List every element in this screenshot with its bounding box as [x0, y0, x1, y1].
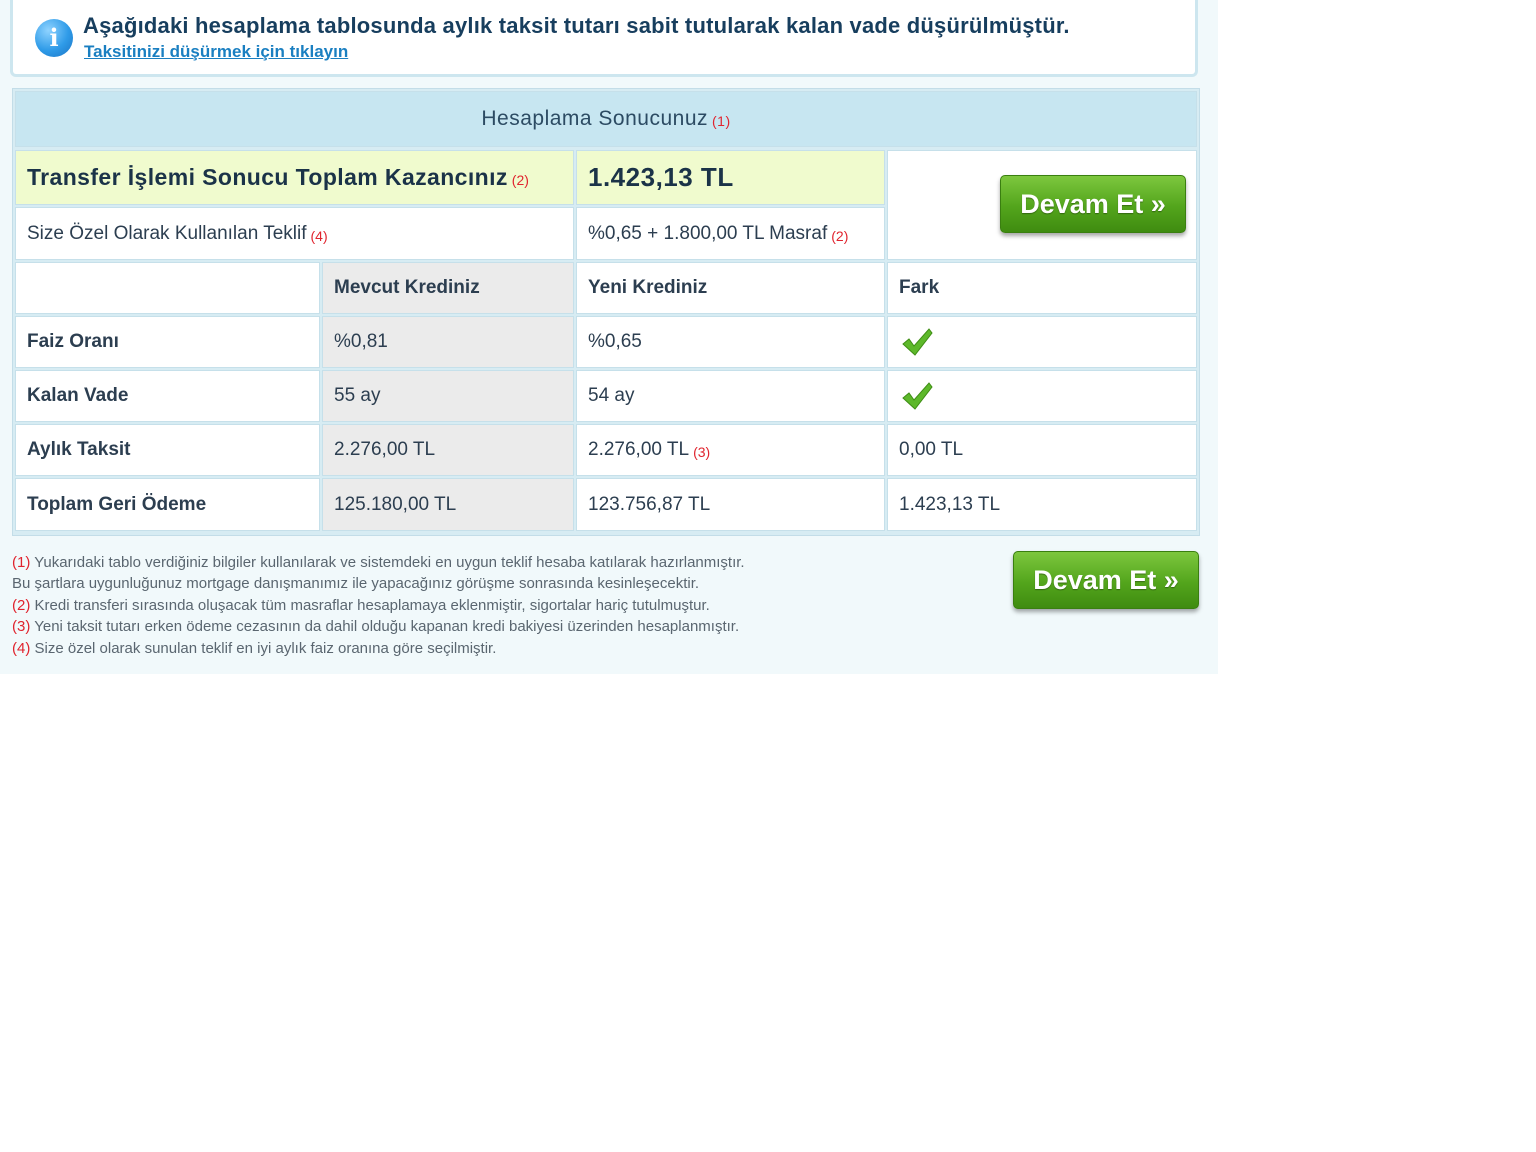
- footnote-ref: (3): [693, 444, 711, 460]
- table-title: Hesaplama Sonucunuz: [481, 107, 708, 130]
- gain-label: Transfer İşlemi Sonucu Toplam Kazancınız: [27, 164, 508, 190]
- gain-label-cell: Transfer İşlemi Sonucu Toplam Kazancınız…: [15, 150, 574, 205]
- row-new-value: 123.756,87 TL: [576, 478, 885, 531]
- result-table: Hesaplama Sonucunuz (1) Transfer İşlemi …: [12, 88, 1200, 536]
- info-box: i Aşağıdaki hesaplama tablosunda aylık t…: [10, 0, 1198, 77]
- row-label: Toplam Geri Ödeme: [15, 478, 320, 531]
- column-header-current: Mevcut Krediniz: [322, 262, 574, 314]
- info-title: Aşağıdaki hesaplama tablosunda aylık tak…: [83, 13, 1070, 38]
- row-current-value: 55 ay: [322, 370, 574, 422]
- calculation-result-panel: i Aşağıdaki hesaplama tablosunda aylık t…: [0, 0, 1218, 674]
- row-current-value: 2.276,00 TL: [322, 424, 574, 476]
- lower-installment-link[interactable]: Taksitinizi düşürmek için tıklayın: [84, 42, 348, 62]
- footnote-ref: (4): [310, 227, 328, 244]
- footnote: Bu şartlara uygunluğunuz mortgage danışm…: [12, 575, 700, 593]
- checkmark-icon: [902, 328, 933, 356]
- footnote: (3) Yeni taksit tutarı erken ödeme cezas…: [12, 618, 740, 636]
- continue-button-top[interactable]: Devam Et »: [1000, 175, 1186, 233]
- row-diff-value: 1.423,13 TL: [887, 478, 1197, 531]
- row-new-value: 2.276,00 TL (3): [576, 424, 885, 476]
- column-header-new: Yeni Krediniz: [576, 262, 885, 314]
- footnote: (4) Size özel olarak sunulan teklif en i…: [12, 639, 497, 657]
- row-label: Kalan Vade: [15, 370, 320, 422]
- row-label: Aylık Taksit: [15, 424, 320, 476]
- continue-button-bottom[interactable]: Devam Et »: [1013, 551, 1199, 609]
- column-header-empty: [15, 262, 320, 314]
- footnote: (2) Kredi transferi sırasında oluşacak t…: [12, 596, 710, 614]
- column-header-diff: Fark: [887, 262, 1197, 314]
- offer-label: Size Özel Olarak Kullanılan Teklif: [27, 222, 307, 244]
- footnotes: (1) Yukarıdaki tablo verdiğiniz bilgiler…: [12, 552, 972, 659]
- footnote: (1) Yukarıdaki tablo verdiğiniz bilgiler…: [12, 554, 745, 571]
- row-diff-value: [887, 316, 1197, 368]
- offer-value: %0,65 + 1.800,00 TL Masraf: [588, 222, 828, 244]
- gain-value: 1.423,13 TL: [588, 162, 734, 192]
- footnote-ref: (2): [831, 227, 849, 244]
- gain-value-cell: 1.423,13 TL: [576, 150, 885, 205]
- row-current-value: %0,81: [322, 316, 574, 368]
- offer-label-cell: Size Özel Olarak Kullanılan Teklif (4): [15, 207, 574, 260]
- footnote-ref: (2): [511, 171, 529, 188]
- row-label: Faiz Oranı: [15, 316, 320, 368]
- row-current-value: 125.180,00 TL: [322, 478, 574, 531]
- table-header: Hesaplama Sonucunuz (1): [15, 91, 1197, 147]
- row-diff-value: [887, 370, 1197, 422]
- row-new-value: 54 ay: [576, 370, 885, 422]
- info-icon: i: [35, 19, 73, 57]
- offer-value-cell: %0,65 + 1.800,00 TL Masraf (2): [576, 207, 885, 260]
- footnote-ref: (1): [712, 113, 731, 129]
- checkmark-icon: [902, 382, 933, 410]
- row-diff-value: 0,00 TL: [887, 424, 1197, 476]
- row-new-value: %0,65: [576, 316, 885, 368]
